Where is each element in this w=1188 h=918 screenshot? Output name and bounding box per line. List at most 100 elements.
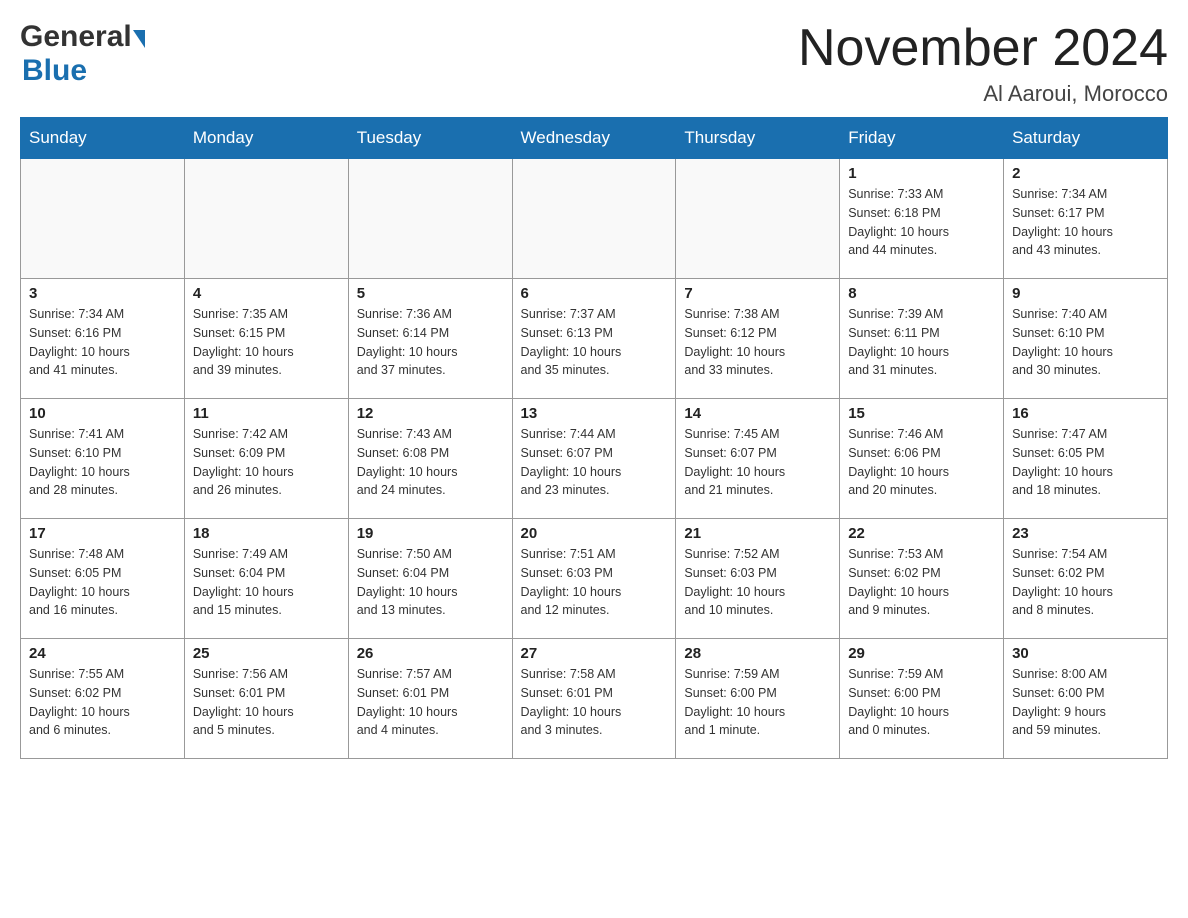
day-number: 10 — [29, 405, 176, 422]
week-row-5: 24 Sunrise: 7:55 AMSunset: 6:02 PMDayligh… — [21, 639, 1168, 759]
header-sunday: Sunday — [21, 118, 185, 159]
header-wednesday: Wednesday — [512, 118, 676, 159]
calendar-header-row: Sunday Monday Tuesday Wednesday Thursday… — [21, 118, 1168, 159]
day-number: 12 — [357, 405, 504, 422]
day-number: 6 — [521, 285, 668, 302]
day-info: Sunrise: 7:42 AMSunset: 6:09 PMDaylight:… — [193, 425, 340, 500]
calendar-cell: 18 Sunrise: 7:49 AMSunset: 6:04 PMDayligh… — [184, 519, 348, 639]
day-info: Sunrise: 7:39 AMSunset: 6:11 PMDaylight:… — [848, 305, 995, 380]
day-info: Sunrise: 7:34 AMSunset: 6:16 PMDaylight:… — [29, 305, 176, 380]
calendar-cell: 10 Sunrise: 7:41 AMSunset: 6:10 PMDayligh… — [21, 399, 185, 519]
calendar-cell: 2Sunrise: 7:34 AMSunset: 6:17 PMDaylight… — [1004, 159, 1168, 279]
day-info: Sunrise: 7:41 AMSunset: 6:10 PMDaylight:… — [29, 425, 176, 500]
day-number: 22 — [848, 525, 995, 542]
calendar-cell: 13Sunrise: 7:44 AMSunset: 6:07 PMDayligh… — [512, 399, 676, 519]
day-info: Sunrise: 7:49 AMSunset: 6:04 PMDaylight:… — [193, 545, 340, 620]
calendar-cell: 5 Sunrise: 7:36 AMSunset: 6:14 PMDaylight… — [348, 279, 512, 399]
calendar-cell — [676, 159, 840, 279]
calendar-cell: 27Sunrise: 7:58 AMSunset: 6:01 PMDayligh… — [512, 639, 676, 759]
day-info: Sunrise: 7:38 AMSunset: 6:12 PMDaylight:… — [684, 305, 831, 380]
calendar-cell — [184, 159, 348, 279]
day-info: Sunrise: 7:36 AMSunset: 6:14 PMDaylight:… — [357, 305, 504, 380]
day-info: Sunrise: 8:00 AMSunset: 6:00 PMDaylight:… — [1012, 665, 1159, 740]
day-number: 25 — [193, 645, 340, 662]
day-info: Sunrise: 7:37 AMSunset: 6:13 PMDaylight:… — [521, 305, 668, 380]
day-number: 9 — [1012, 285, 1159, 302]
day-number: 5 — [357, 285, 504, 302]
day-info: Sunrise: 7:56 AMSunset: 6:01 PMDaylight:… — [193, 665, 340, 740]
calendar-cell: 21Sunrise: 7:52 AMSunset: 6:03 PMDayligh… — [676, 519, 840, 639]
day-info: Sunrise: 7:53 AMSunset: 6:02 PMDaylight:… — [848, 545, 995, 620]
logo-blue-text: Blue — [22, 54, 87, 88]
day-info: Sunrise: 7:51 AMSunset: 6:03 PMDaylight:… — [521, 545, 668, 620]
day-number: 24 — [29, 645, 176, 662]
day-info: Sunrise: 7:47 AMSunset: 6:05 PMDaylight:… — [1012, 425, 1159, 500]
header-saturday: Saturday — [1004, 118, 1168, 159]
logo-arrow-icon — [133, 30, 145, 48]
calendar-cell: 16Sunrise: 7:47 AMSunset: 6:05 PMDayligh… — [1004, 399, 1168, 519]
day-info: Sunrise: 7:44 AMSunset: 6:07 PMDaylight:… — [521, 425, 668, 500]
header-tuesday: Tuesday — [348, 118, 512, 159]
calendar-cell: 24 Sunrise: 7:55 AMSunset: 6:02 PMDayligh… — [21, 639, 185, 759]
day-info: Sunrise: 7:59 AMSunset: 6:00 PMDaylight:… — [848, 665, 995, 740]
calendar-cell: 14 Sunrise: 7:45 AMSunset: 6:07 PMDayligh… — [676, 399, 840, 519]
calendar-cell: 3 Sunrise: 7:34 AMSunset: 6:16 PMDaylight… — [21, 279, 185, 399]
page-header: General Blue November 2024 Al Aaroui, Mo… — [20, 20, 1168, 107]
day-info: Sunrise: 7:43 AMSunset: 6:08 PMDaylight:… — [357, 425, 504, 500]
calendar-cell: 9Sunrise: 7:40 AMSunset: 6:10 PMDaylight… — [1004, 279, 1168, 399]
header-thursday: Thursday — [676, 118, 840, 159]
day-number: 29 — [848, 645, 995, 662]
day-info: Sunrise: 7:59 AMSunset: 6:00 PMDaylight:… — [684, 665, 831, 740]
calendar-cell: 26 Sunrise: 7:57 AMSunset: 6:01 PMDayligh… — [348, 639, 512, 759]
calendar-cell: 19 Sunrise: 7:50 AMSunset: 6:04 PMDayligh… — [348, 519, 512, 639]
day-info: Sunrise: 7:45 AMSunset: 6:07 PMDaylight:… — [684, 425, 831, 500]
calendar-cell: 12 Sunrise: 7:43 AMSunset: 6:08 PMDayligh… — [348, 399, 512, 519]
calendar-cell: 23 Sunrise: 7:54 AMSunset: 6:02 PMDayligh… — [1004, 519, 1168, 639]
day-number: 18 — [193, 525, 340, 542]
day-number: 26 — [357, 645, 504, 662]
day-number: 4 — [193, 285, 340, 302]
calendar-cell — [512, 159, 676, 279]
calendar-cell: 8 Sunrise: 7:39 AMSunset: 6:11 PMDaylight… — [840, 279, 1004, 399]
day-info: Sunrise: 7:52 AMSunset: 6:03 PMDaylight:… — [684, 545, 831, 620]
month-title: November 2024 — [798, 20, 1168, 77]
calendar-cell: 15 Sunrise: 7:46 AMSunset: 6:06 PMDayligh… — [840, 399, 1004, 519]
calendar-cell: 22 Sunrise: 7:53 AMSunset: 6:02 PMDayligh… — [840, 519, 1004, 639]
day-info: Sunrise: 7:54 AMSunset: 6:02 PMDaylight:… — [1012, 545, 1159, 620]
calendar-cell: 25 Sunrise: 7:56 AMSunset: 6:01 PMDayligh… — [184, 639, 348, 759]
day-number: 28 — [684, 645, 831, 662]
week-row-4: 17Sunrise: 7:48 AMSunset: 6:05 PMDayligh… — [21, 519, 1168, 639]
day-info: Sunrise: 7:33 AMSunset: 6:18 PMDaylight:… — [848, 185, 995, 260]
day-number: 14 — [684, 405, 831, 422]
calendar-cell: 1 Sunrise: 7:33 AMSunset: 6:18 PMDaylight… — [840, 159, 1004, 279]
day-number: 7 — [684, 285, 831, 302]
day-number: 27 — [521, 645, 668, 662]
day-info: Sunrise: 7:35 AMSunset: 6:15 PMDaylight:… — [193, 305, 340, 380]
day-number: 11 — [193, 405, 340, 422]
calendar-cell — [21, 159, 185, 279]
calendar-cell: 7 Sunrise: 7:38 AMSunset: 6:12 PMDaylight… — [676, 279, 840, 399]
day-number: 3 — [29, 285, 176, 302]
day-info: Sunrise: 7:55 AMSunset: 6:02 PMDaylight:… — [29, 665, 176, 740]
calendar-cell: 29 Sunrise: 7:59 AMSunset: 6:00 PMDayligh… — [840, 639, 1004, 759]
day-number: 30 — [1012, 645, 1159, 662]
day-number: 1 — [848, 165, 995, 182]
day-number: 15 — [848, 405, 995, 422]
day-info: Sunrise: 7:48 AMSunset: 6:05 PMDaylight:… — [29, 545, 176, 620]
day-number: 8 — [848, 285, 995, 302]
calendar-cell: 4 Sunrise: 7:35 AMSunset: 6:15 PMDaylight… — [184, 279, 348, 399]
day-number: 19 — [357, 525, 504, 542]
week-row-3: 10 Sunrise: 7:41 AMSunset: 6:10 PMDayligh… — [21, 399, 1168, 519]
calendar-cell: 6 Sunrise: 7:37 AMSunset: 6:13 PMDaylight… — [512, 279, 676, 399]
day-info: Sunrise: 7:46 AMSunset: 6:06 PMDaylight:… — [848, 425, 995, 500]
logo-general-text: General — [20, 20, 132, 54]
calendar-cell: 28 Sunrise: 7:59 AMSunset: 6:00 PMDayligh… — [676, 639, 840, 759]
title-section: November 2024 Al Aaroui, Morocco — [798, 20, 1168, 107]
day-number: 23 — [1012, 525, 1159, 542]
calendar-cell: 17Sunrise: 7:48 AMSunset: 6:05 PMDayligh… — [21, 519, 185, 639]
calendar-table: Sunday Monday Tuesday Wednesday Thursday… — [20, 117, 1168, 759]
header-monday: Monday — [184, 118, 348, 159]
calendar-cell — [348, 159, 512, 279]
day-info: Sunrise: 7:57 AMSunset: 6:01 PMDaylight:… — [357, 665, 504, 740]
day-info: Sunrise: 7:50 AMSunset: 6:04 PMDaylight:… — [357, 545, 504, 620]
